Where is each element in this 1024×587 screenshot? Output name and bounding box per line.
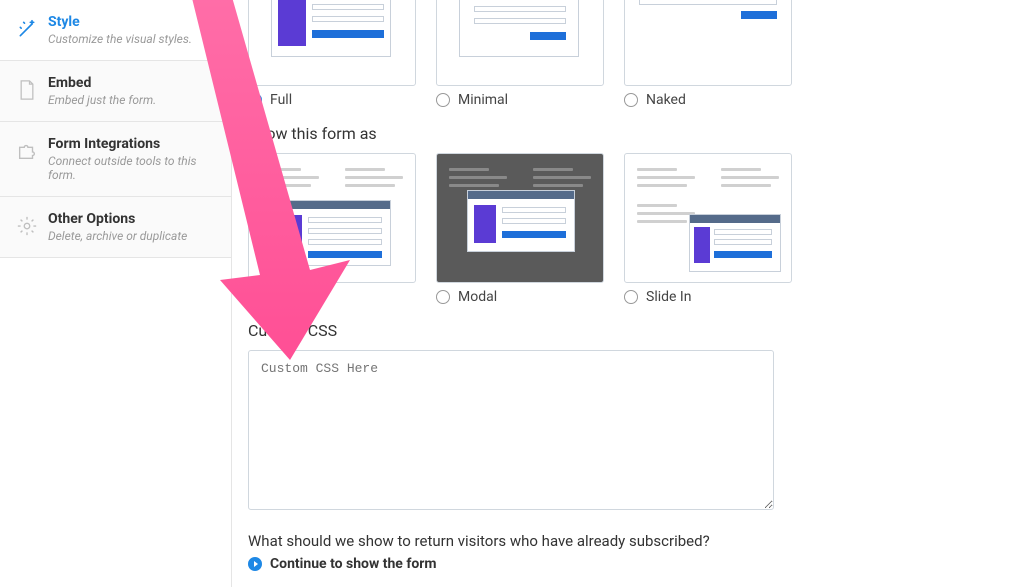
radio-inline[interactable]: Inline: [248, 289, 418, 305]
thumbnail-inline: [248, 153, 416, 283]
radio-slidein[interactable]: Slide In: [624, 289, 794, 305]
sidebar-item-text: Other Options Delete, archive or duplica…: [48, 211, 219, 243]
custom-css-textarea[interactable]: [248, 350, 774, 510]
thumbnail-modal: [436, 153, 604, 283]
file-icon: [14, 77, 40, 103]
radio-naked[interactable]: Naked: [624, 92, 794, 108]
sidebar-item-text: Style Customize the visual styles.: [48, 14, 219, 46]
sidebar-item-title: Style: [48, 14, 219, 30]
radio-continue-show[interactable]: Continue to show the form: [248, 556, 1008, 572]
radio-label: Modal: [458, 289, 497, 305]
format-option-full[interactable]: Full: [248, 0, 418, 108]
sidebar-item-integrations[interactable]: Form Integrations Connect outside tools …: [0, 122, 231, 197]
gear-icon: [14, 213, 40, 239]
sidebar-item-title: Form Integrations: [48, 136, 219, 152]
format-option-naked[interactable]: Naked: [624, 0, 794, 108]
radio-label: Naked: [646, 92, 686, 108]
radio-label: Inline: [270, 289, 304, 305]
radio-modal[interactable]: Modal: [436, 289, 606, 305]
embed-option-inline[interactable]: Inline: [248, 153, 418, 305]
embed-row: Inline Modal: [248, 153, 1008, 305]
return-visitors-question: What should we show to return visitors w…: [248, 532, 1008, 550]
thumbnail-full: [248, 0, 416, 86]
radio-label: Slide In: [646, 289, 691, 305]
sidebar-item-text: Form Integrations Connect outside tools …: [48, 136, 219, 182]
sidebar-item-embed[interactable]: Embed Embed just the form.: [0, 61, 231, 122]
thumbnail-naked: [624, 0, 792, 86]
radio-icon: [436, 93, 450, 107]
sidebar-item-title: Other Options: [48, 211, 219, 227]
embed-option-slidein[interactable]: Slide In: [624, 153, 794, 305]
radio-icon: [248, 290, 262, 304]
sidebar-item-sub: Connect outside tools to this form.: [48, 154, 219, 182]
format-option-minimal[interactable]: Minimal: [436, 0, 606, 108]
custom-css-label: Custom CSS: [248, 321, 1008, 340]
puzzle-icon: [14, 138, 40, 164]
radio-full[interactable]: Full: [248, 92, 418, 108]
embed-option-modal[interactable]: Modal: [436, 153, 606, 305]
thumbnail-slidein: [624, 153, 792, 283]
sidebar-item-style[interactable]: Style Customize the visual styles.: [0, 0, 231, 61]
radio-label: Continue to show the form: [270, 556, 437, 572]
sidebar-item-other[interactable]: Other Options Delete, archive or duplica…: [0, 197, 231, 258]
sidebar-item-text: Embed Embed just the form.: [48, 75, 219, 107]
sidebar-item-sub: Embed just the form.: [48, 93, 219, 107]
sidebar-item-sub: Delete, archive or duplicate: [48, 229, 219, 243]
show-as-label: Show this form as: [248, 124, 1008, 143]
format-row: Full Minimal: [248, 0, 1008, 108]
radio-icon: [624, 93, 638, 107]
radio-icon: [248, 557, 262, 571]
radio-label: Minimal: [458, 92, 508, 108]
radio-icon: [248, 93, 262, 107]
radio-icon: [436, 290, 450, 304]
radio-icon: [624, 290, 638, 304]
sidebar-item-sub: Customize the visual styles.: [48, 32, 219, 46]
main-panel: Full Minimal: [232, 0, 1024, 587]
radio-label: Full: [270, 92, 292, 108]
sidebar-item-title: Embed: [48, 75, 219, 91]
radio-minimal[interactable]: Minimal: [436, 92, 606, 108]
wand-icon: [14, 16, 40, 42]
settings-sidebar: Style Customize the visual styles. Embed…: [0, 0, 232, 587]
thumbnail-minimal: [436, 0, 604, 86]
